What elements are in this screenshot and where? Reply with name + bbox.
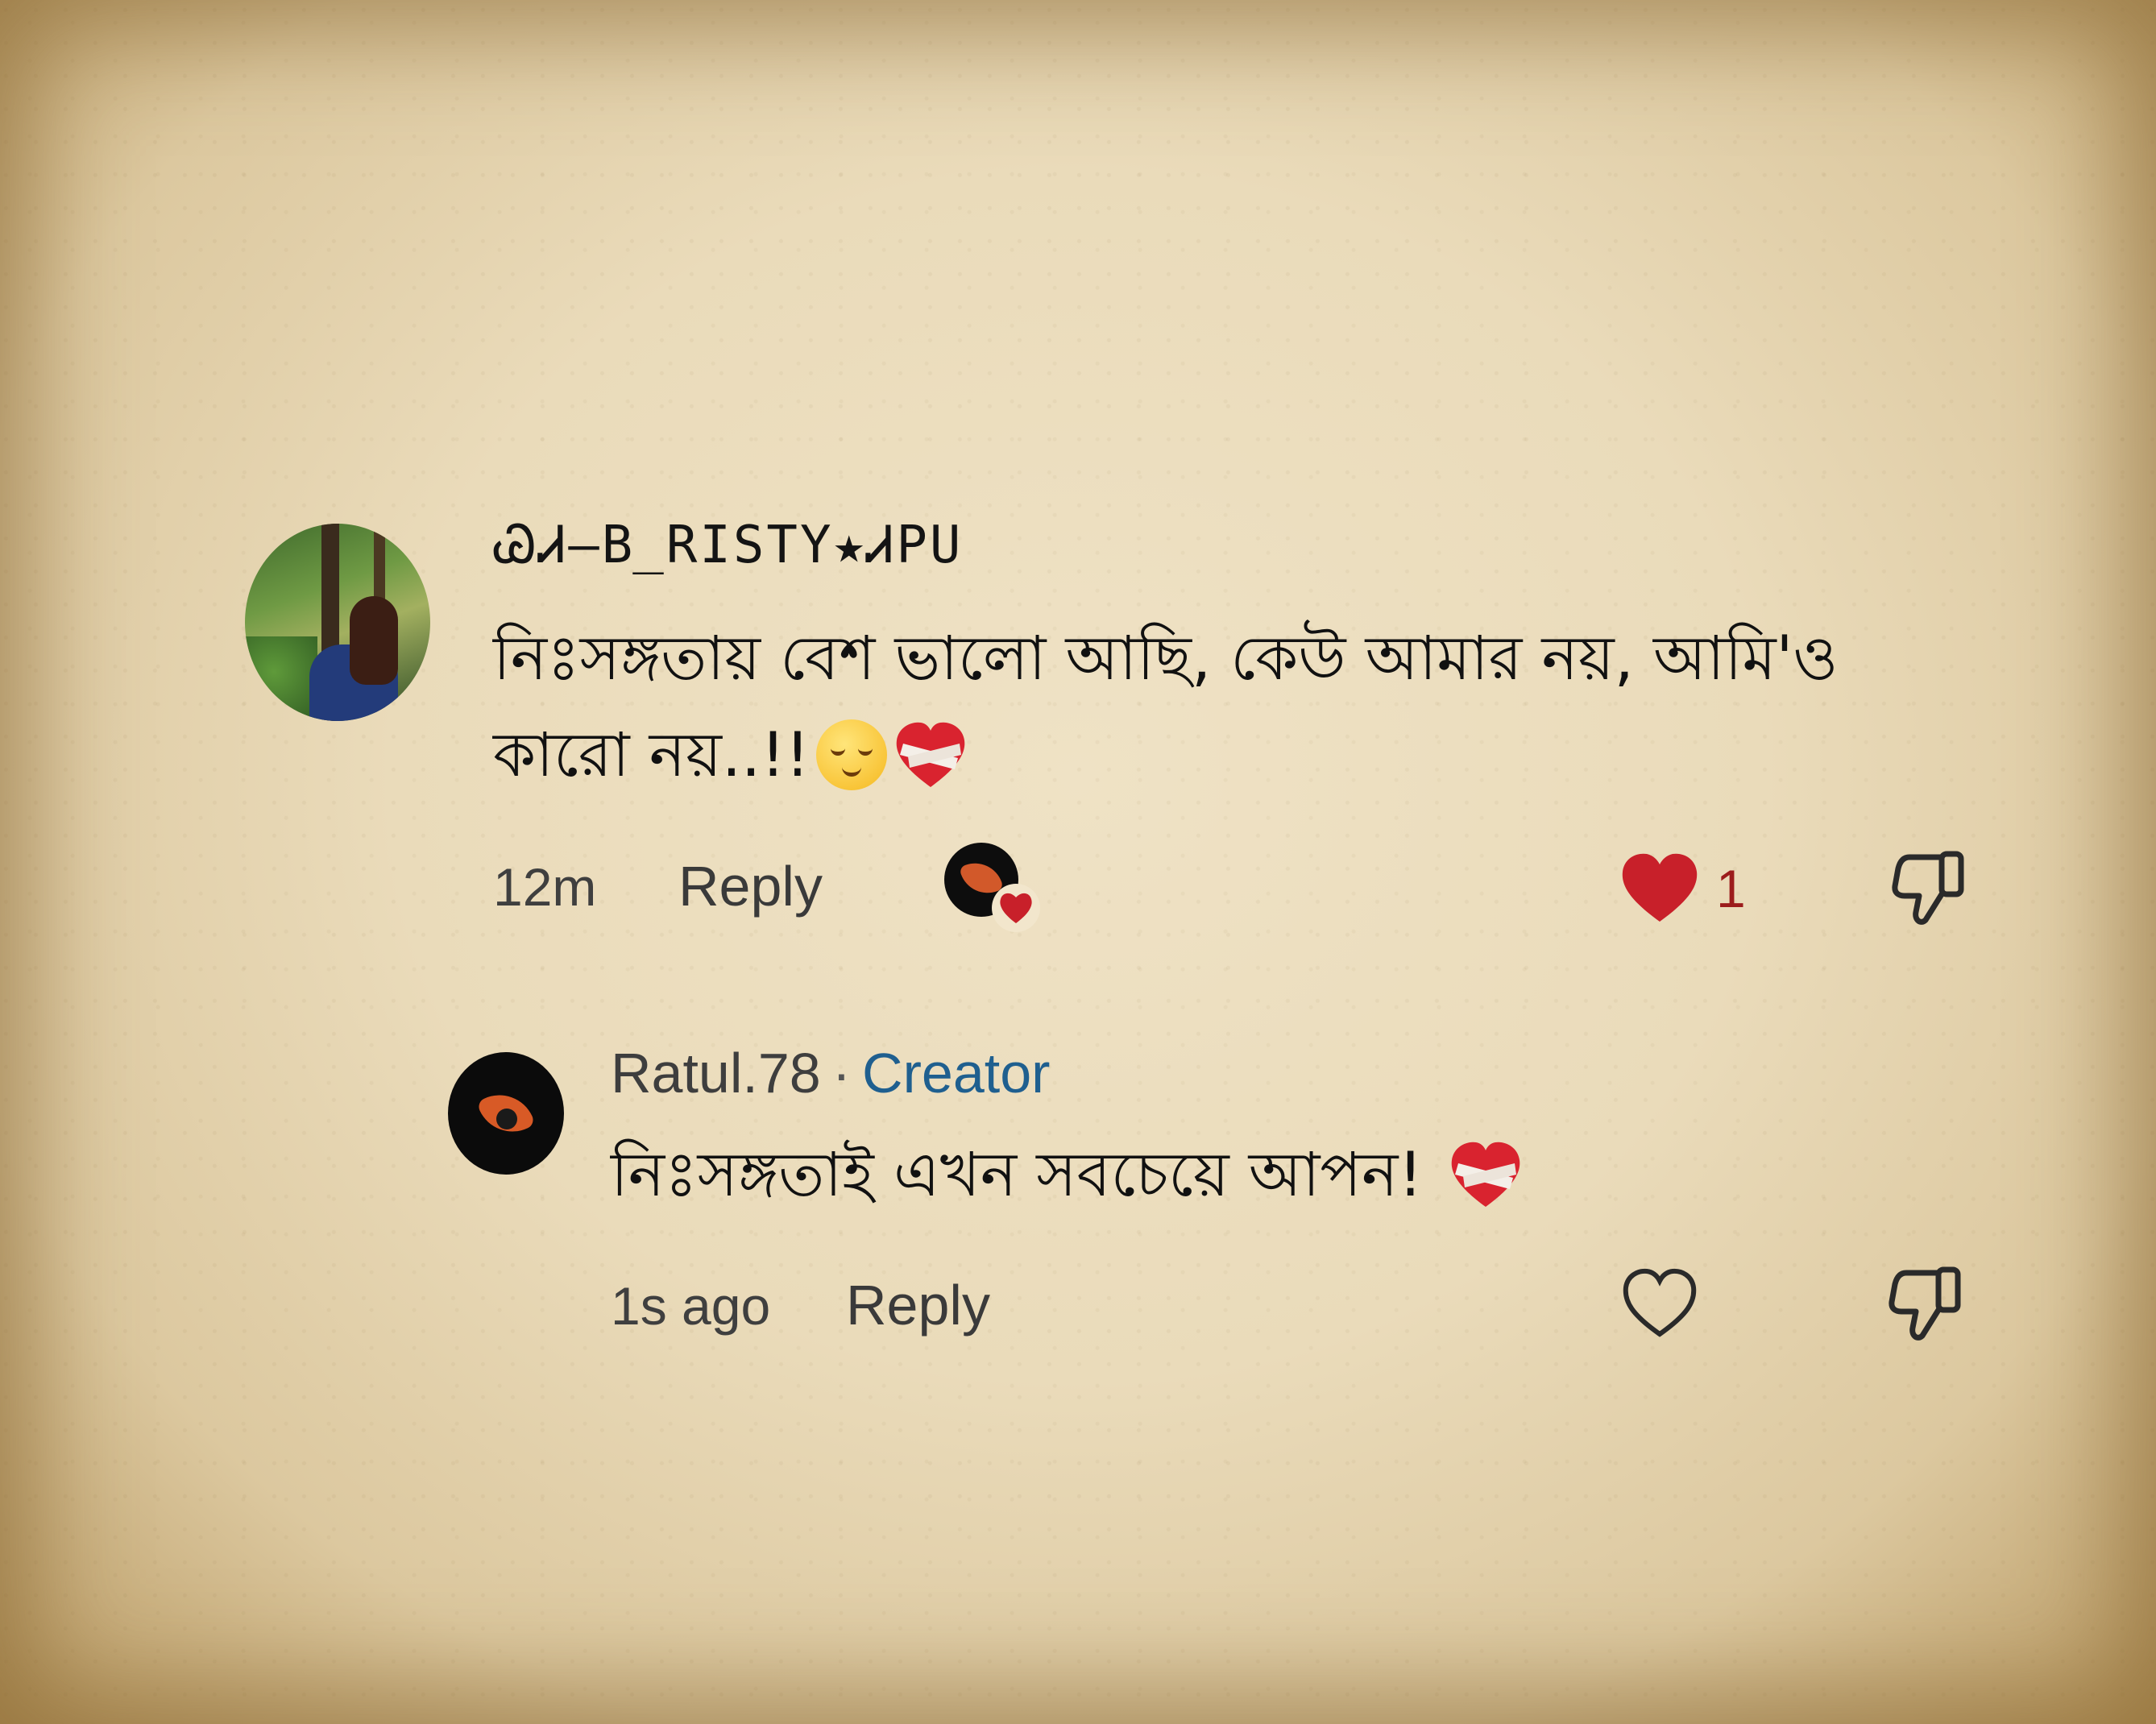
comment-username[interactable]: ᏊᏗ—B̲RISTY★ᏗPU xyxy=(493,516,963,575)
creator-heart-icon xyxy=(992,884,1040,932)
comment-text-line-1: নিঃসঙ্গতায় বেশ ভালো আছি, কেউ আমার নয়, … xyxy=(493,622,1839,694)
vignette xyxy=(0,0,2156,1724)
separator: · xyxy=(831,1042,852,1104)
reply-header: Ratul.78 · Creator xyxy=(611,1041,1050,1105)
comment-timestamp: 12m xyxy=(493,857,597,917)
reply-avatar[interactable] xyxy=(448,1052,564,1175)
reply-timestamp: 1s ago xyxy=(611,1276,771,1336)
reply-reply-button[interactable]: Reply xyxy=(846,1273,990,1337)
mending-heart-icon xyxy=(896,722,965,787)
heart-outline-icon xyxy=(1623,1268,1697,1337)
comment-reply-button[interactable]: Reply xyxy=(678,854,823,918)
reply-dislike-button[interactable] xyxy=(1889,1265,1963,1344)
mending-heart-icon xyxy=(1451,1142,1520,1207)
thumbs-down-icon xyxy=(1889,1266,1961,1341)
creator-liked-badge xyxy=(944,843,1040,932)
comment-dislike-button[interactable] xyxy=(1892,849,1966,928)
comment-text-line-2-text: কারো নয়..!! xyxy=(493,719,811,790)
creator-badge: Creator xyxy=(862,1042,1051,1104)
paper-background xyxy=(0,0,2156,1724)
reply-like-button[interactable] xyxy=(1621,1266,1698,1339)
reply-username[interactable]: Ratul.78 xyxy=(611,1042,821,1104)
reply-text-content: নিঃসঙ্গতাই এখন সবচেয়ে আপন! xyxy=(611,1138,1423,1210)
thumbs-down-icon xyxy=(1892,851,1964,925)
heart-filled-icon xyxy=(1622,853,1698,922)
relieved-face-icon xyxy=(816,719,888,790)
comment-like-button[interactable] xyxy=(1619,851,1700,925)
avatar[interactable] xyxy=(245,524,430,721)
comment-text-line-2: কারো নয়..!! xyxy=(493,707,968,803)
reply-text: নিঃসঙ্গতাই এখন সবচেয়ে আপন! xyxy=(611,1126,1523,1223)
comment-like-count: 1 xyxy=(1716,859,1746,918)
